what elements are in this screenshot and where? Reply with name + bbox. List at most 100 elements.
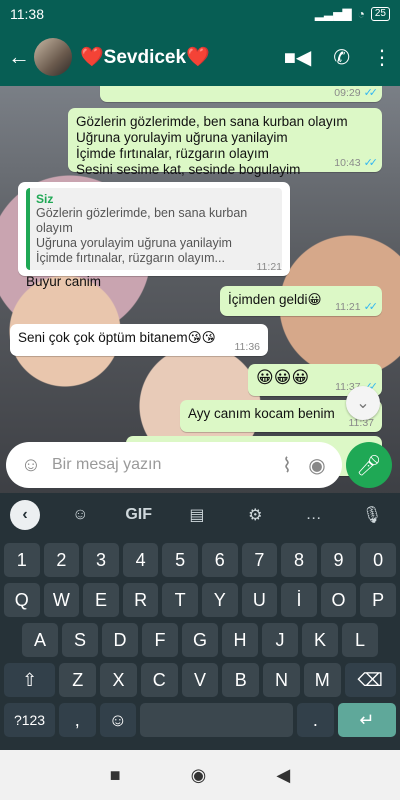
message-time: 10:43 ✓✓: [334, 156, 379, 170]
compose-bar: ☺ Bir mesaj yazın ⌇ ◉ 🎤︎: [0, 440, 400, 490]
message-time: 11:36: [234, 341, 261, 353]
key[interactable]: P: [360, 583, 396, 617]
backspace-icon: ⌫: [357, 669, 383, 690]
key[interactable]: T: [162, 583, 198, 617]
status-bar: 11:38 ▂▃▅▇ ◔ 25: [0, 0, 400, 28]
keyboard: ‹ ☺ GIF ▤ ⚙ … 🎙︎ 1 2 3 4 5 6 7 8 9 0 Q W…: [0, 493, 400, 750]
quoted-message[interactable]: Siz Gözlerin gözlerimde, ben sana kurban…: [26, 188, 282, 270]
attach-icon[interactable]: ⌇: [272, 453, 302, 478]
status-icons: ▂▃▅▇ ◔ 25: [315, 7, 390, 21]
voice-input-icon[interactable]: 🎙︎: [354, 505, 390, 525]
comma-key[interactable]: ,: [59, 703, 96, 737]
key[interactable]: D: [102, 623, 138, 657]
clipboard-icon[interactable]: ▤: [179, 505, 215, 525]
enter-key[interactable]: ↵: [337, 703, 396, 737]
message-time: 11:21: [256, 261, 283, 273]
key[interactable]: O: [320, 583, 357, 617]
message-input[interactable]: Bir mesaj yazın: [46, 456, 272, 474]
message-text: Seni çok çok öptüm bitanem😘😘: [18, 330, 216, 345]
key[interactable]: H: [222, 623, 258, 657]
more-options-icon[interactable]: ⋮: [372, 45, 392, 70]
battery-icon: 25: [370, 7, 390, 21]
key[interactable]: 0: [360, 543, 396, 577]
back-icon[interactable]: ◀: [276, 765, 290, 786]
sticker-icon[interactable]: ☺: [62, 506, 98, 524]
read-ticks-icon: ✓✓: [363, 301, 379, 313]
message-bubble[interactable]: Gözlerin gözlerimde, ben sana kurban ola…: [68, 108, 382, 177]
backspace-key[interactable]: ⌫: [344, 663, 396, 697]
camera-icon[interactable]: ◉: [302, 453, 332, 478]
chevron-down-icon: ⌄: [356, 395, 370, 412]
key[interactable]: F: [142, 623, 178, 657]
space-key[interactable]: [140, 703, 294, 737]
message-line: İçimde fırtınalar, rüzgarın olayım: [76, 146, 269, 161]
more-icon[interactable]: …: [296, 506, 332, 524]
enter-icon: ↵: [359, 709, 375, 730]
emoji-key[interactable]: ☺: [99, 703, 136, 737]
recents-icon[interactable]: ■: [110, 765, 121, 786]
key[interactable]: R: [122, 583, 159, 617]
key[interactable]: 8: [281, 543, 317, 577]
key[interactable]: C: [140, 663, 178, 697]
key[interactable]: A: [22, 623, 58, 657]
mic-button[interactable]: 🎤︎: [346, 442, 392, 488]
settings-icon[interactable]: ⚙: [237, 505, 273, 525]
message-line: Gözlerin gözlerimde, ben sana kurban ola…: [76, 114, 348, 129]
read-ticks-icon: ✓✓: [363, 157, 379, 169]
key-row: ⇧ Z X C V B N M ⌫: [0, 663, 400, 697]
key[interactable]: G: [182, 623, 218, 657]
key[interactable]: 1: [4, 543, 40, 577]
scroll-down-button[interactable]: ⌄: [346, 386, 380, 420]
keyboard-back-icon[interactable]: ‹: [10, 500, 40, 530]
message-line: Sesini sesime kat, sesinde bogulayim: [76, 162, 301, 177]
key[interactable]: J: [262, 623, 298, 657]
key[interactable]: 4: [122, 543, 159, 577]
avatar[interactable]: [34, 38, 72, 76]
key[interactable]: B: [222, 663, 260, 697]
message-bubble[interactable]: 09:29 ✓✓: [100, 86, 382, 102]
message-input-box[interactable]: ☺ Bir mesaj yazın ⌇ ◉: [6, 442, 342, 488]
key[interactable]: 7: [241, 543, 278, 577]
key[interactable]: Q: [4, 583, 40, 617]
key[interactable]: 5: [162, 543, 198, 577]
navigation-bar: ■ ◉ ◀: [0, 750, 400, 800]
shift-key[interactable]: ⇧: [4, 663, 56, 697]
key[interactable]: 3: [83, 543, 119, 577]
period-key[interactable]: .: [297, 703, 334, 737]
contact-name[interactable]: ❤️Sevdicek❤️: [80, 45, 284, 69]
keyboard-toolbar: ‹ ☺ GIF ▤ ⚙ … 🎙︎: [0, 493, 400, 537]
key[interactable]: N: [263, 663, 300, 697]
key[interactable]: İ: [281, 583, 317, 617]
key[interactable]: S: [62, 623, 98, 657]
emoji-icon[interactable]: ☺: [16, 454, 46, 477]
key[interactable]: Z: [59, 663, 97, 697]
gif-button[interactable]: GIF: [121, 506, 157, 524]
quote-line: Gözlerin gözlerimde, ben sana kurban ola…: [36, 206, 248, 235]
key[interactable]: 9: [320, 543, 357, 577]
key[interactable]: W: [43, 583, 80, 617]
chat-area[interactable]: 09:29 ✓✓ Gözlerin gözlerimde, ben sana ku…: [0, 86, 400, 496]
message-bubble[interactable]: Seni çok çok öptüm bitanem😘😘 11:36: [10, 324, 268, 356]
message-time: 09:29 ✓✓: [334, 86, 379, 100]
key[interactable]: U: [241, 583, 278, 617]
key[interactable]: V: [181, 663, 219, 697]
video-call-icon[interactable]: ■◀: [284, 45, 311, 70]
key[interactable]: 2: [43, 543, 80, 577]
back-arrow-icon[interactable]: ←: [8, 44, 30, 70]
key-row: A S D F G H J K L: [0, 623, 400, 657]
message-bubble[interactable]: Siz Gözlerin gözlerimde, ben sana kurban…: [18, 182, 290, 289]
phone-icon[interactable]: ✆: [333, 45, 350, 70]
key[interactable]: M: [303, 663, 341, 697]
key[interactable]: L: [342, 623, 378, 657]
key[interactable]: X: [100, 663, 137, 697]
message-bubble[interactable]: İçimden geldi😀 11:21 ✓✓: [220, 286, 382, 316]
read-ticks-icon: ✓✓: [363, 87, 379, 99]
quote-line: İçimde fırtınalar, rüzgarın olayım...: [36, 251, 225, 265]
quote-author: Siz: [36, 192, 54, 206]
symbols-key[interactable]: ?123: [4, 703, 56, 737]
key[interactable]: E: [83, 583, 119, 617]
key[interactable]: K: [302, 623, 338, 657]
key[interactable]: Y: [201, 583, 238, 617]
home-icon[interactable]: ◉: [191, 765, 207, 786]
key[interactable]: 6: [201, 543, 238, 577]
